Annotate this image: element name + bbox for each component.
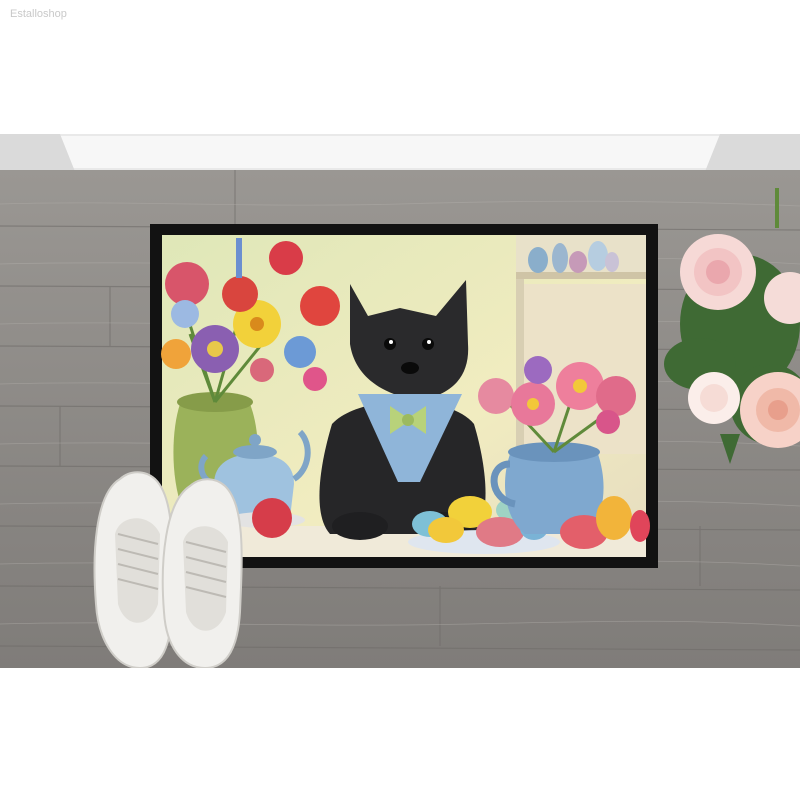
watermark-text: Estalloshop xyxy=(10,8,67,20)
left-sneaker xyxy=(93,471,174,668)
product-photo xyxy=(0,134,800,668)
doormat-scene xyxy=(0,134,800,668)
right-sneaker xyxy=(161,478,243,668)
